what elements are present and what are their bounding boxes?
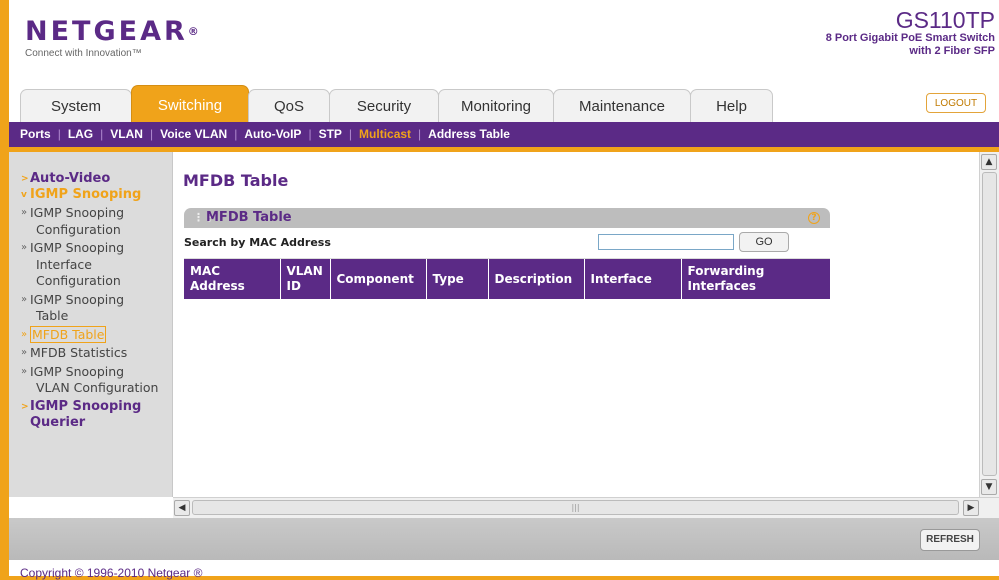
subnav-separator: | — [418, 127, 422, 141]
logout-button[interactable]: LOGOUT — [926, 93, 986, 113]
subnav-separator: | — [234, 127, 238, 141]
double-chevron-icon: » — [21, 347, 28, 358]
horizontal-scrollbar[interactable]: ◀ ||| ▶ — [173, 497, 999, 518]
double-chevron-icon: » — [21, 365, 28, 377]
netgear-logo: NETGEAR® Connect with Innovation™ — [25, 16, 199, 60]
go-button[interactable]: GO — [739, 232, 789, 252]
subnav-separator: | — [100, 127, 104, 141]
search-row: Search by MAC Address GO — [184, 228, 830, 259]
tab-switching[interactable]: Switching — [131, 85, 249, 122]
double-chevron-icon: » — [21, 293, 28, 305]
column-header-interface[interactable]: Interface — [584, 259, 682, 299]
subnav-voice-vlan[interactable]: Voice VLAN — [160, 122, 227, 147]
sidebar-subitem-igmp-snooping-configuration[interactable]: » IGMP Snooping Configuration — [21, 205, 169, 238]
mac-search-input[interactable] — [598, 234, 734, 250]
page-title: MFDB Table — [183, 171, 289, 190]
tab-maintenance[interactable]: Maintenance — [553, 89, 691, 122]
subnav-auto-voip[interactable]: Auto-VoIP — [244, 122, 301, 147]
scroll-down-arrow-icon[interactable]: ▼ — [981, 479, 997, 495]
column-header-vlan-id[interactable]: VLAN ID — [280, 259, 331, 299]
logo-tagline: Connect with Innovation™ — [25, 48, 142, 59]
double-chevron-icon: » — [21, 328, 28, 340]
tab-qos[interactable]: QoS — [248, 89, 330, 122]
horizontal-scroll-thumb[interactable]: ||| — [192, 500, 959, 515]
sidebar-subitem-igmp-snooping-table[interactable]: » IGMP Snooping Table — [21, 292, 169, 325]
copyright-text: Copyright © 1996-2010 Netgear ® — [20, 566, 203, 580]
product-description: 8 Port Gigabit PoE Smart Switch with 2 F… — [825, 32, 995, 57]
footer-bar: REFRESH — [9, 518, 999, 560]
column-header-description[interactable]: Description — [488, 259, 585, 299]
sidebar-item-igmp-snooping-querier[interactable]: > IGMP Snooping Querier — [21, 399, 169, 431]
sidebar-item-label: IGMP Snooping Querier — [30, 398, 142, 430]
sub-navigation: Ports | LAG | VLAN | Voice VLAN | Auto-VoIP | STP |… — [9, 122, 999, 147]
tab-help[interactable]: Help — [690, 89, 773, 122]
double-chevron-icon: » — [21, 207, 28, 218]
tab-security[interactable]: Security — [329, 89, 439, 122]
subnav-address-table[interactable]: Address Table — [428, 122, 510, 147]
tab-system[interactable]: System — [20, 89, 132, 122]
sidebar-subitem-mfdb-statistics[interactable]: » MFDB Statistics — [21, 345, 169, 362]
scroll-right-arrow-icon[interactable]: ▶ — [963, 500, 979, 516]
product-name: GS110TP — [895, 7, 995, 33]
vertical-scroll-thumb[interactable] — [982, 172, 997, 476]
sidebar: > Auto-Video v IGMP Snooping » IGMP Snoopin… — [9, 152, 173, 497]
scroll-left-arrow-icon[interactable]: ◀ — [174, 500, 190, 516]
sidebar-item-label: IGMP Snooping — [30, 187, 142, 202]
subnav-separator: | — [348, 127, 353, 141]
main-content: MFDB Table ⋮⋮ MFDB Table ? Search by MAC… — [173, 152, 978, 497]
refresh-button[interactable]: REFRESH — [920, 529, 980, 551]
sidebar-item-label: Auto-Video — [30, 171, 111, 186]
page-frame: NETGEAR® Connect with Innovation™ GS110T… — [9, 0, 999, 576]
sidebar-item-auto-video[interactable]: > Auto-Video — [21, 171, 169, 187]
mfdb-table: MAC Address VLAN ID Component Type Descr… — [184, 259, 830, 299]
sidebar-item-igmp-snooping[interactable]: v IGMP Snooping — [21, 187, 169, 203]
tab-monitoring[interactable]: Monitoring — [438, 89, 554, 122]
product-info: GS110TP 8 Port Gigabit PoE Smart Switch … — [826, 8, 995, 58]
sidebar-subitem-igmp-snooping-interface-configuration[interactable]: » IGMP Snooping Interface Configuration — [21, 240, 169, 290]
search-label: Search by MAC Address — [184, 236, 331, 249]
column-header-forwarding-interfaces[interactable]: Forwarding Interfaces — [681, 259, 830, 299]
chevron-down-icon: v — [21, 190, 27, 200]
subnav-vlan[interactable]: VLAN — [110, 122, 143, 147]
sidebar-subitem-igmp-snooping-vlan-configuration[interactable]: » IGMP Snooping VLAN Configuration — [21, 364, 169, 397]
subnav-ports[interactable]: Ports — [20, 122, 51, 147]
subnav-multicast[interactable]: Multicast — [359, 122, 411, 147]
chevron-right-icon: > — [21, 174, 29, 184]
mfdb-table-panel: ⋮⋮ MFDB Table ? Search by MAC Address GO… — [184, 208, 830, 299]
logo-registered-mark: ® — [187, 25, 199, 38]
help-icon[interactable]: ? — [808, 212, 820, 224]
subnav-separator: | — [308, 127, 312, 141]
double-chevron-icon: » — [21, 242, 28, 253]
scroll-up-arrow-icon[interactable]: ▲ — [981, 154, 997, 170]
panel-title: MFDB Table — [206, 210, 292, 225]
column-header-component[interactable]: Component — [330, 259, 427, 299]
column-header-mac-address[interactable]: MAC Address — [184, 259, 281, 299]
column-header-type[interactable]: Type — [426, 259, 489, 299]
subnav-separator: | — [57, 127, 61, 141]
sidebar-subitem-mfdb-table[interactable]: » MFDB Table — [21, 325, 169, 344]
subnav-lag[interactable]: LAG — [68, 122, 93, 147]
subnav-separator: | — [149, 127, 154, 141]
logo-wordmark: NETGEAR — [25, 16, 188, 47]
table-header-row: MAC Address VLAN ID Component Type Descr… — [184, 259, 830, 299]
chevron-right-icon: > — [21, 401, 29, 412]
panel-header: ⋮⋮ MFDB Table ? — [184, 208, 830, 228]
subnav-stp[interactable]: STP — [319, 122, 342, 147]
vertical-scrollbar[interactable]: ▲ ▼ — [979, 152, 999, 497]
